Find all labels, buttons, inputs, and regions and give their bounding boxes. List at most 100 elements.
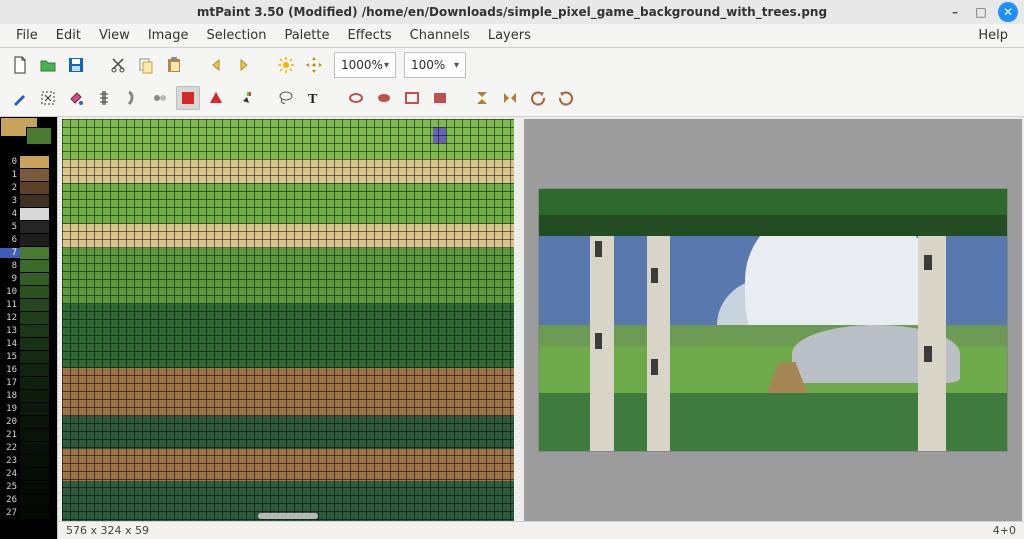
palette-swatch xyxy=(20,182,50,194)
palette-entry[interactable]: 4 xyxy=(0,207,57,220)
palette-index: 2 xyxy=(0,183,20,193)
secondary-canvas[interactable] xyxy=(524,119,1022,521)
palette-entry[interactable]: 2 xyxy=(0,181,57,194)
palette-entry[interactable]: 20 xyxy=(0,415,57,428)
palette-index: 18 xyxy=(0,391,20,401)
palette-entry[interactable]: 24 xyxy=(0,467,57,480)
rect-fill-tool[interactable] xyxy=(428,86,452,110)
palette-entry[interactable]: 19 xyxy=(0,402,57,415)
palette-entry[interactable]: 23 xyxy=(0,454,57,467)
line-tool[interactable] xyxy=(92,86,116,110)
palette-entry[interactable]: 6 xyxy=(0,233,57,246)
menu-effects[interactable]: Effects xyxy=(339,25,399,46)
menu-palette[interactable]: Palette xyxy=(276,25,337,46)
palette-entry[interactable]: 26 xyxy=(0,493,57,506)
palette-entry[interactable]: 18 xyxy=(0,389,57,402)
zoom-main-value: 1000% xyxy=(341,58,383,72)
palette-entry[interactable]: 15 xyxy=(0,350,57,363)
zoom-main-combo[interactable]: 1000% ▾ xyxy=(334,52,396,78)
palette-index: 17 xyxy=(0,378,20,388)
ellipse-outline-tool[interactable] xyxy=(344,86,368,110)
zoom-secondary-value: 100% xyxy=(411,58,445,72)
menu-channels[interactable]: Channels xyxy=(402,25,478,46)
palette-entry[interactable]: 11 xyxy=(0,298,57,311)
palette-index: 24 xyxy=(0,469,20,479)
palette-entry[interactable]: 16 xyxy=(0,363,57,376)
palette-index: 22 xyxy=(0,443,20,453)
palette-swatch xyxy=(20,468,50,480)
flip-v-tool[interactable] xyxy=(470,86,494,110)
select-tool[interactable] xyxy=(176,86,200,110)
palette-entry[interactable]: 3 xyxy=(0,194,57,207)
flip-h-tool[interactable] xyxy=(498,86,522,110)
horizontal-scrollbar[interactable] xyxy=(258,513,318,519)
close-button[interactable]: ✕ xyxy=(998,2,1018,22)
palette-entry[interactable]: 27 xyxy=(0,506,57,519)
palette-entry[interactable]: 5 xyxy=(0,220,57,233)
palette-entry[interactable]: 0 xyxy=(0,155,57,168)
palette-index: 8 xyxy=(0,261,20,271)
palette-entry[interactable]: 1 xyxy=(0,168,57,181)
ellipse-fill-tool[interactable] xyxy=(372,86,396,110)
palette-index: 23 xyxy=(0,456,20,466)
smudge-tool[interactable] xyxy=(120,86,144,110)
menu-selection[interactable]: Selection xyxy=(199,25,275,46)
pan-button[interactable] xyxy=(302,53,326,77)
current-colors[interactable] xyxy=(0,117,57,153)
redo-button[interactable] xyxy=(232,53,256,77)
cut-button[interactable] xyxy=(106,53,130,77)
palette-entry[interactable]: 14 xyxy=(0,337,57,350)
menu-image[interactable]: Image xyxy=(140,25,197,46)
minimize-button[interactable]: – xyxy=(946,3,964,21)
maximize-button[interactable]: □ xyxy=(972,3,990,21)
canvas-area: 576 x 324 x 59 4+0 xyxy=(58,117,1024,539)
menu-layers[interactable]: Layers xyxy=(480,25,539,46)
flood-fill-tool[interactable] xyxy=(64,86,88,110)
paste-button[interactable] xyxy=(162,53,186,77)
palette-entry[interactable]: 22 xyxy=(0,441,57,454)
window-title: mtPaint 3.50 (Modified) /home/en/Downloa… xyxy=(197,5,827,19)
palette-list[interactable]: 0123456789101112131415161718192021222324… xyxy=(0,153,57,539)
status-bar: 576 x 324 x 59 4+0 xyxy=(58,521,1024,539)
menu-help[interactable]: Help xyxy=(970,25,1016,46)
palette-index: 15 xyxy=(0,352,20,362)
palette-swatch xyxy=(20,325,50,337)
new-file-button[interactable] xyxy=(8,53,32,77)
brightness-button[interactable] xyxy=(274,53,298,77)
dropdown-caret-icon: ▾ xyxy=(384,60,393,71)
status-dimensions: 576 x 324 x 59 xyxy=(66,524,149,537)
rotate-cw-tool[interactable] xyxy=(554,86,578,110)
palette-index: 4 xyxy=(0,209,20,219)
copy-button[interactable] xyxy=(134,53,158,77)
shuffle-tool[interactable] xyxy=(36,86,60,110)
menu-view[interactable]: View xyxy=(91,25,138,46)
paint-tool[interactable] xyxy=(8,86,32,110)
palette-entry[interactable]: 25 xyxy=(0,480,57,493)
undo-button[interactable] xyxy=(204,53,228,77)
open-file-button[interactable] xyxy=(36,53,60,77)
main-canvas[interactable] xyxy=(62,119,514,521)
palette-entry[interactable]: 17 xyxy=(0,376,57,389)
menu-file[interactable]: File xyxy=(8,25,46,46)
palette-entry[interactable]: 7 xyxy=(0,246,57,259)
palette-entry[interactable]: 8 xyxy=(0,259,57,272)
rotate-ccw-tool[interactable] xyxy=(526,86,550,110)
palette-swatch xyxy=(20,247,50,259)
palette-entry[interactable]: 13 xyxy=(0,324,57,337)
palette-entry[interactable]: 10 xyxy=(0,285,57,298)
window-controls: – □ ✕ xyxy=(946,2,1018,22)
zoom-secondary-combo[interactable]: 100% ▾ xyxy=(404,52,466,78)
palette-entry[interactable]: 9 xyxy=(0,272,57,285)
rect-outline-tool[interactable] xyxy=(400,86,424,110)
menu-edit[interactable]: Edit xyxy=(48,25,89,46)
text-tool[interactable]: T xyxy=(302,86,326,110)
palette-index: 16 xyxy=(0,365,20,375)
background-swatch[interactable] xyxy=(26,127,52,145)
palette-entry[interactable]: 21 xyxy=(0,428,57,441)
palette-entry[interactable]: 12 xyxy=(0,311,57,324)
gradient-tool[interactable] xyxy=(232,86,256,110)
save-file-button[interactable] xyxy=(64,53,88,77)
lasso-tool[interactable] xyxy=(274,86,298,110)
clone-tool[interactable] xyxy=(148,86,172,110)
polygon-select-tool[interactable] xyxy=(204,86,228,110)
